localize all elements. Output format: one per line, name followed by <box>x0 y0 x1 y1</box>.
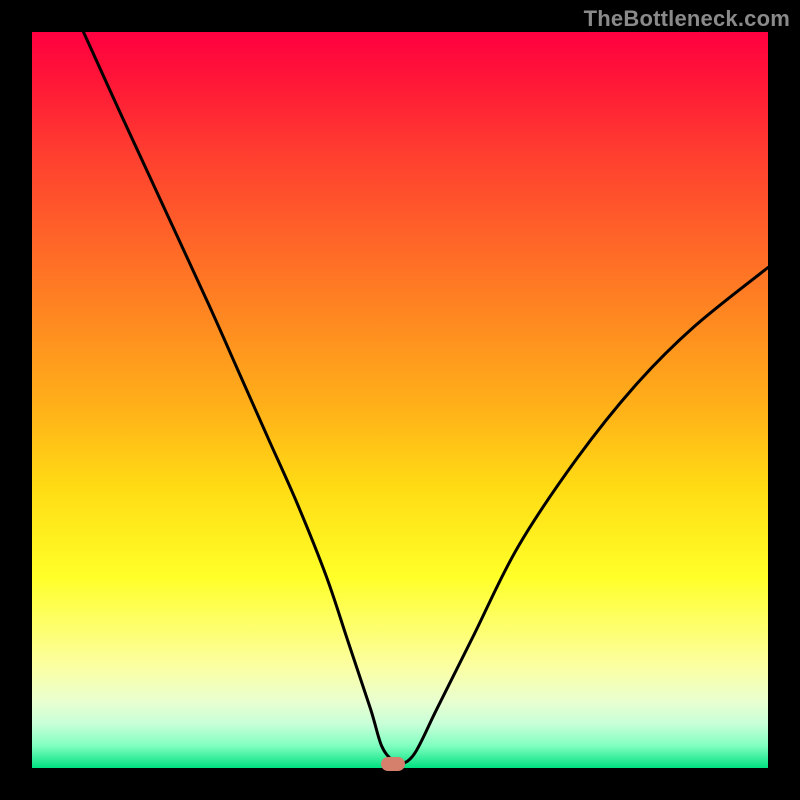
optimum-marker <box>381 757 405 771</box>
curve-path <box>84 32 769 765</box>
bottleneck-curve <box>32 32 768 768</box>
chart-stage: TheBottleneck.com <box>0 0 800 800</box>
plot-area <box>32 32 768 768</box>
watermark-label: TheBottleneck.com <box>584 6 790 32</box>
